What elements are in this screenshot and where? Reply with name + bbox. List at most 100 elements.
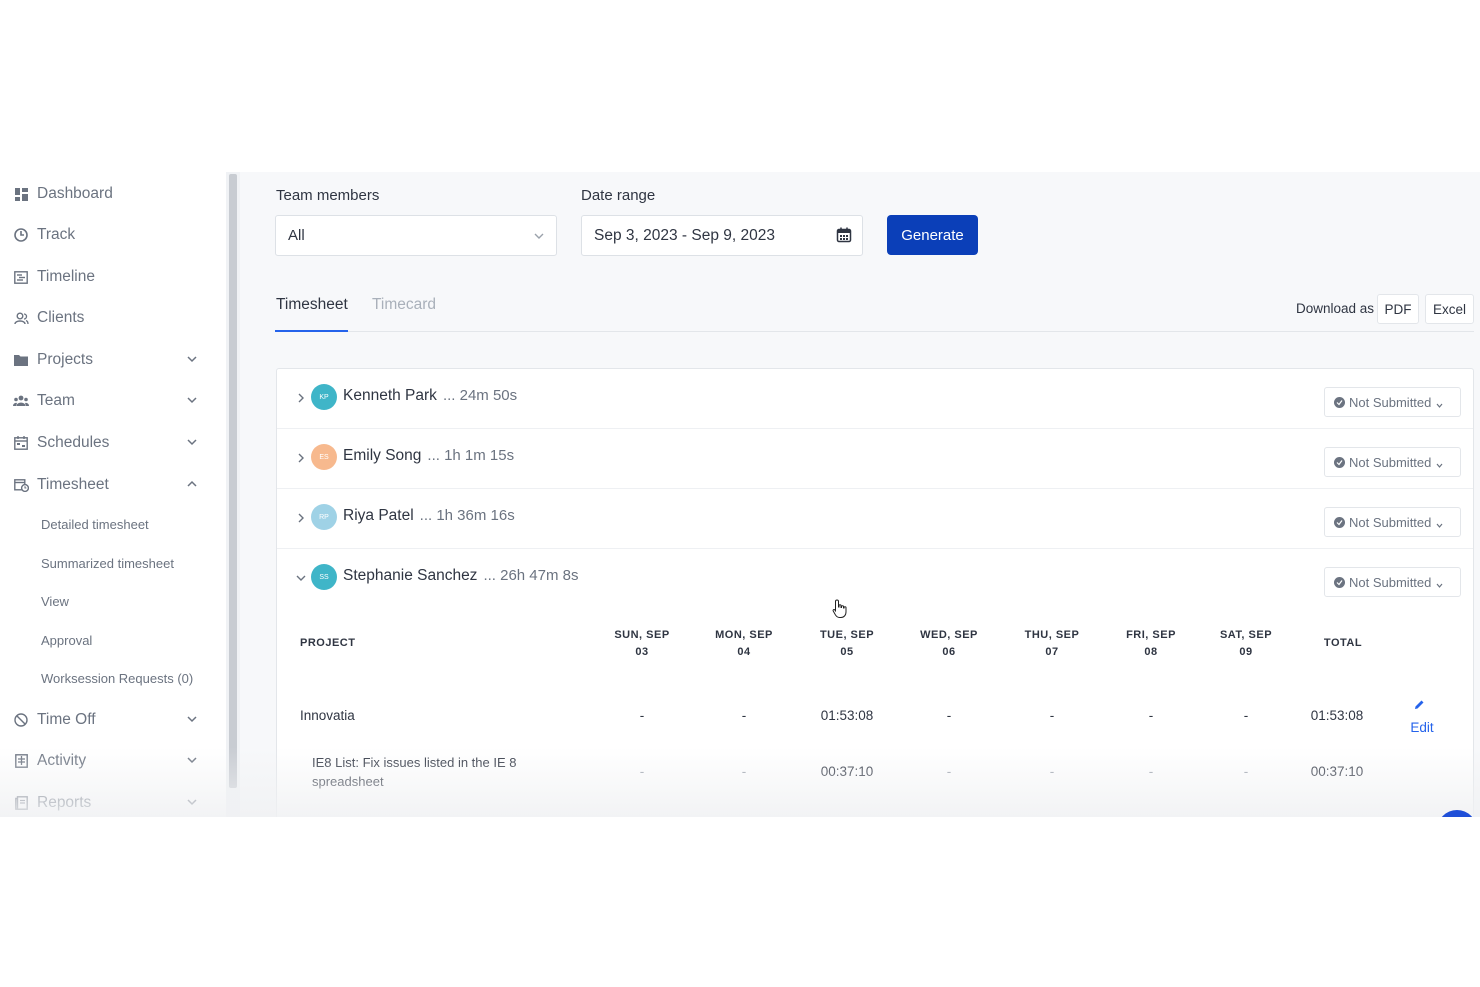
member-name: Riya Patel — [343, 507, 414, 524]
table-cell: - — [946, 764, 952, 779]
hand-cursor-icon — [832, 599, 848, 619]
activity-icon — [13, 753, 29, 769]
avatar: KP — [311, 384, 337, 410]
status-dropdown[interactable]: Not Submitted — [1324, 567, 1461, 597]
member-row-riya-patel[interactable]: RP Riya Patel ... 1h 36m 16s Not Submitte… — [277, 489, 1473, 549]
member-name-line: Riya Patel ... 1h 36m 16s — [343, 507, 515, 525]
chevron-right-icon[interactable] — [295, 451, 307, 463]
status-check-icon — [1334, 396, 1345, 408]
member-name: Emily Song — [343, 447, 422, 464]
column-header-date: 06 — [942, 646, 956, 658]
table-cell: - — [639, 708, 645, 723]
chevron-down-icon[interactable] — [186, 712, 202, 728]
chevron-right-icon[interactable] — [295, 391, 307, 403]
pencil-icon[interactable] — [1413, 698, 1427, 712]
sidebar-item-time-off[interactable]: Time Off — [0, 700, 226, 740]
chevron-down-icon[interactable] — [295, 571, 307, 583]
column-header-date: 07 — [1045, 646, 1059, 658]
member-total-time: ... 1h 1m 15s — [427, 447, 515, 464]
column-header-day: WED, SEP — [920, 629, 978, 641]
sidebar-item-label: Team — [37, 392, 75, 409]
reports-icon — [13, 795, 29, 811]
sidebar-item-label: Schedules — [37, 434, 110, 451]
sidebar-item-track[interactable]: Track — [0, 215, 226, 255]
chevron-down-icon[interactable] — [186, 352, 202, 368]
sidebar-subitem-view[interactable]: View — [41, 594, 69, 609]
status-dropdown[interactable]: Not Submitted — [1324, 507, 1461, 537]
column-header-day: TUE, SEP — [819, 629, 875, 641]
download-pdf-button[interactable]: PDF — [1377, 294, 1419, 324]
chevron-down-icon — [1435, 578, 1444, 588]
sidebar-item-schedules[interactable]: Schedules — [0, 423, 226, 463]
sidebar-item-team[interactable]: Team — [0, 381, 226, 421]
edit-link[interactable]: Edit — [1402, 720, 1442, 735]
sidebar-item-activity[interactable]: Activity — [0, 741, 226, 781]
sidebar-subitem-detailed-timesheet[interactable]: Detailed timesheet — [41, 517, 149, 532]
team-members-select[interactable]: All — [275, 215, 557, 256]
member-total-time: ... 26h 47m 8s — [483, 567, 579, 584]
tab-timecard[interactable]: Timecard — [372, 296, 436, 314]
chevron-right-icon[interactable] — [295, 511, 307, 523]
status-label: Not Submitted — [1349, 574, 1432, 590]
calendar-icon[interactable] — [836, 227, 854, 245]
table-cell: 00:37:10 — [820, 764, 874, 779]
member-name: Kenneth Park — [343, 387, 437, 404]
tab-active-indicator — [275, 330, 348, 332]
sidebar-scrollbar-thumb[interactable] — [229, 174, 237, 788]
member-row-emily-song[interactable]: ES Emily Song ... 1h 1m 15s Not Submitted — [277, 429, 1473, 489]
generate-button[interactable]: Generate — [887, 215, 978, 255]
sidebar-item-label: Timeline — [37, 268, 95, 285]
chevron-down-icon[interactable] — [186, 753, 202, 769]
status-check-icon — [1334, 516, 1345, 528]
status-dropdown[interactable]: Not Submitted — [1324, 387, 1461, 417]
chevron-down-icon[interactable] — [186, 795, 202, 811]
status-check-icon — [1334, 576, 1345, 588]
chevron-down-icon[interactable] — [186, 393, 202, 409]
row-total: 01:53:08 — [1310, 708, 1364, 723]
column-header-tue: TUE, SEP 05 — [807, 627, 887, 661]
chevron-up-icon[interactable] — [186, 477, 202, 493]
member-row-kenneth-park[interactable]: KP Kenneth Park ... 24m 50s Not Submitted — [277, 369, 1473, 429]
clients-icon — [13, 310, 29, 326]
sidebar-item-reports[interactable]: Reports — [0, 783, 226, 817]
chevron-down-icon[interactable] — [186, 435, 202, 451]
column-header-sat: SAT, SEP 09 — [1206, 627, 1286, 661]
table-cell: - — [1049, 708, 1055, 723]
sidebar-subitem-approval[interactable]: Approval — [41, 633, 92, 648]
table-cell: - — [1243, 708, 1249, 723]
chevron-down-icon — [1435, 518, 1444, 528]
sidebar-item-projects[interactable]: Projects — [0, 340, 226, 380]
folder-icon — [13, 352, 29, 368]
status-check-icon — [1334, 456, 1345, 468]
member-row-stephanie-sanchez[interactable]: SS Stephanie Sanchez ... 26h 47m 8s Not S… — [277, 549, 1473, 609]
sidebar-item-dashboard[interactable]: Dashboard — [0, 174, 226, 214]
sidebar-subitem-summarized-timesheet[interactable]: Summarized timesheet — [41, 556, 174, 571]
time-off-icon — [13, 712, 29, 728]
download-excel-button[interactable]: Excel — [1425, 294, 1474, 324]
column-header-project: PROJECT — [300, 637, 356, 649]
tab-timesheet[interactable]: Timesheet — [276, 296, 348, 314]
table-cell: - — [741, 764, 747, 779]
column-header-date: 08 — [1144, 646, 1158, 658]
project-name: Innovatia — [300, 708, 355, 723]
sidebar: Dashboard Track Timeline Clients Project… — [0, 172, 226, 817]
timeline-icon — [13, 269, 29, 285]
team-members-label: Team members — [276, 187, 380, 204]
status-label: Not Submitted — [1349, 514, 1432, 530]
clock-icon — [13, 227, 29, 243]
status-dropdown[interactable]: Not Submitted — [1324, 447, 1461, 477]
tabs-divider — [275, 331, 1474, 332]
sidebar-item-timeline[interactable]: Timeline — [0, 257, 226, 297]
sidebar-subitem-worksession-requests[interactable]: Worksession Requests (0) — [41, 671, 193, 686]
column-header-sun: SUN, SEP 03 — [602, 627, 682, 661]
chevron-down-icon — [532, 229, 546, 243]
sidebar-item-label: Track — [37, 226, 76, 243]
table-cell: 01:53:08 — [820, 708, 874, 723]
date-range-picker[interactable]: Sep 3, 2023 - Sep 9, 2023 — [581, 215, 863, 256]
sidebar-item-clients[interactable]: Clients — [0, 298, 226, 338]
table-cell: - — [946, 708, 952, 723]
member-total-time: ... 24m 50s — [442, 387, 518, 404]
sidebar-item-timesheet[interactable]: Timesheet — [0, 465, 226, 505]
member-name-line: Stephanie Sanchez ... 26h 47m 8s — [343, 567, 579, 585]
column-header-thu: THU, SEP 07 — [1012, 627, 1092, 661]
